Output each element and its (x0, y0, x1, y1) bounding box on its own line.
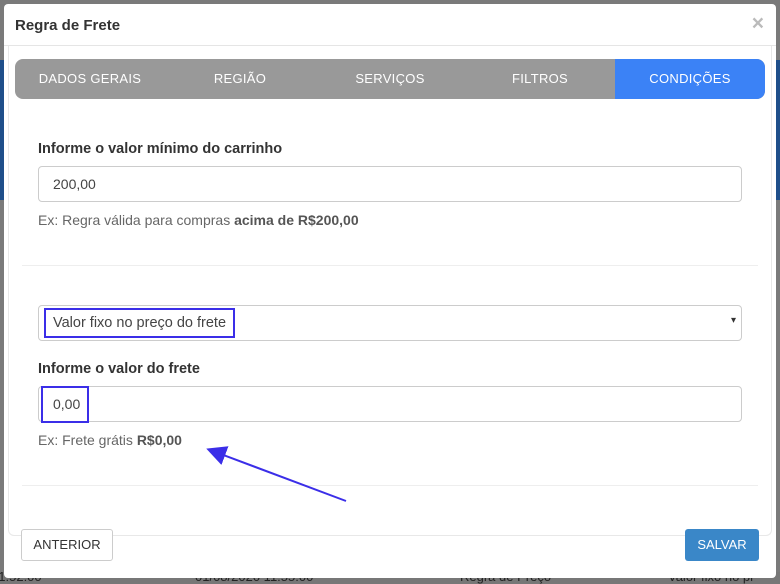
annotation-arrow-icon (206, 446, 347, 502)
shipping-rule-modal: Regra de Frete × DADOS GERAIS REGIÃO SER… (4, 4, 776, 578)
